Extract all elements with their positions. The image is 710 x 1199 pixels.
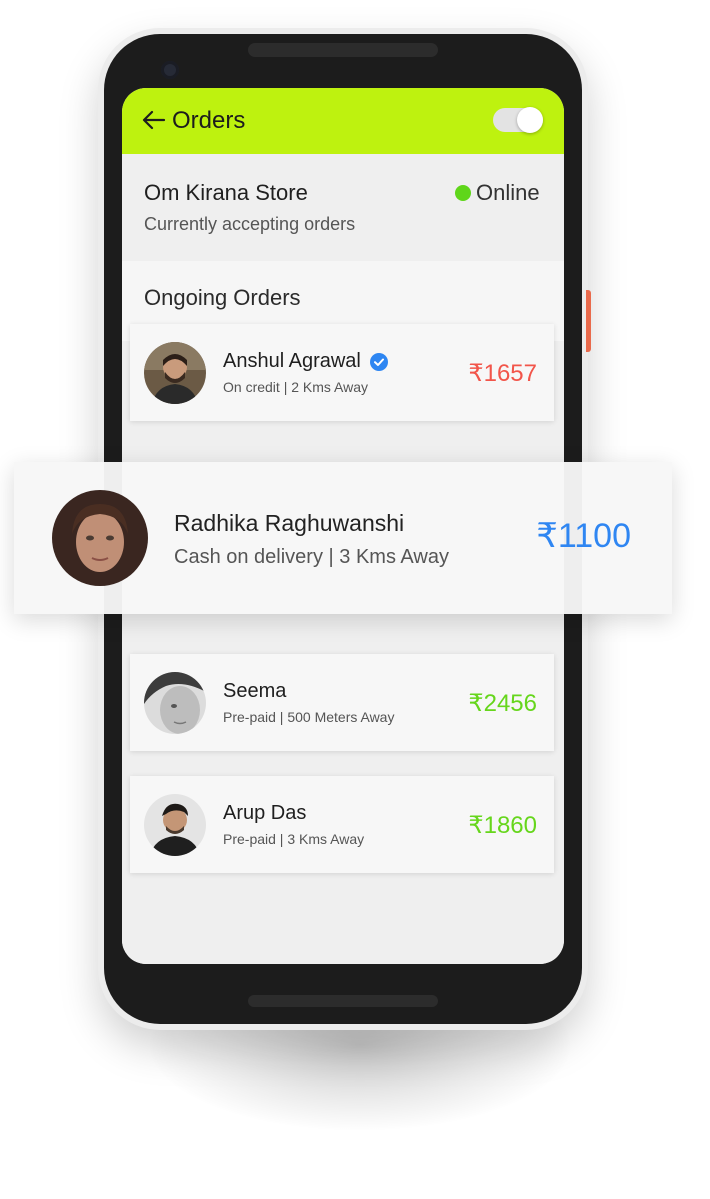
order-amount: ₹2456: [468, 690, 537, 717]
phone-camera: [161, 61, 179, 79]
customer-name: Seema: [223, 680, 286, 703]
order-card-arup[interactable]: Arup Das Pre-paid | 3 Kms Away ₹1860: [130, 776, 554, 873]
phone-top-speaker: [248, 43, 438, 57]
order-amount: ₹1657: [468, 360, 537, 387]
store-name: Om Kirana Store: [144, 180, 308, 205]
back-button[interactable]: [140, 106, 168, 134]
status-label: Online: [476, 180, 540, 205]
order-amount: ₹1860: [468, 812, 537, 839]
phone-bottom-speaker: [248, 995, 438, 1007]
app-bar: Orders: [122, 88, 564, 154]
avatar: [144, 342, 206, 404]
page-title: Orders: [172, 107, 246, 134]
store-subtitle: Currently accepting orders: [144, 214, 356, 234]
customer-name: Arup Das: [223, 802, 306, 825]
section-title: Ongoing Orders: [144, 285, 301, 310]
arrow-left-icon: [142, 110, 166, 130]
customer-name: Anshul Agrawal: [223, 350, 388, 373]
order-card-anshul[interactable]: Anshul Agrawal On credit | 2 Kms Away ₹1…: [130, 324, 554, 421]
accepting-orders-toggle[interactable]: [493, 107, 543, 133]
customer-name-text: Seema: [223, 680, 287, 702]
order-card-seema[interactable]: Seema Pre-paid | 500 Meters Away ₹2456: [130, 654, 554, 751]
customer-name-text: Arup Das: [223, 802, 307, 824]
verified-check-icon: [369, 352, 388, 371]
order-amount: ₹1100: [536, 517, 631, 555]
customer-name-text: Anshul Agrawal: [223, 350, 361, 372]
order-meta: Pre-paid | 3 Kms Away: [223, 831, 365, 847]
phone-side-button: [586, 290, 591, 352]
order-meta: Cash on delivery | 3 Kms Away: [174, 546, 449, 568]
order-meta: On credit | 2 Kms Away: [223, 379, 368, 395]
order-meta: Pre-paid | 500 Meters Away: [223, 709, 395, 725]
avatar: [144, 672, 206, 734]
toggle-knob: [517, 107, 543, 133]
avatar: [52, 490, 148, 586]
status-badge: Online: [455, 180, 540, 206]
online-dot-icon: [455, 185, 471, 201]
customer-name: Radhika Raghuwanshi: [174, 510, 405, 536]
avatar: [144, 794, 206, 856]
featured-order-card[interactable]: Radhika Raghuwanshi Cash on delivery | 3…: [14, 462, 672, 614]
